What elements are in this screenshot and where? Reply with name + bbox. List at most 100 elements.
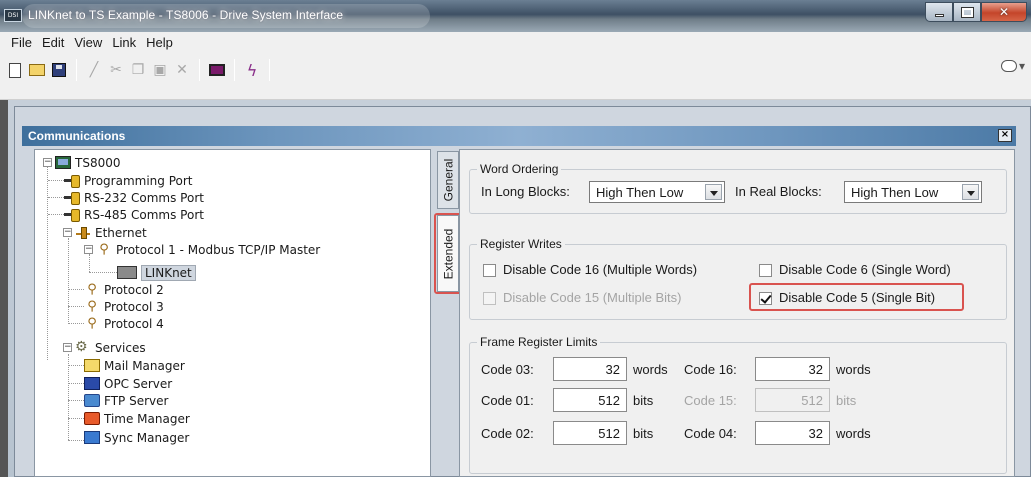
tree-line <box>68 418 84 419</box>
menu-file[interactable]: File <box>6 32 37 54</box>
tree-node-linknet[interactable]: LINKnet <box>117 264 196 281</box>
close-button[interactable]: ✕ <box>981 2 1027 22</box>
port-icon <box>64 174 80 188</box>
frame-limits-group: Frame Register Limits Code 03: 32 words … <box>469 335 1007 474</box>
paste-button[interactable]: ▣ <box>149 59 171 81</box>
save-button[interactable] <box>48 59 70 81</box>
code02-label: Code 02: <box>481 426 534 441</box>
maximize-button[interactable] <box>953 2 981 22</box>
tree-node-protocol-4[interactable]: ⚲ Protocol 4 <box>84 315 164 332</box>
protocol-icon: ⚲ <box>87 299 97 314</box>
copy-icon: ❐ <box>131 62 145 78</box>
collapse-toggle[interactable]: − <box>63 228 72 237</box>
collapse-toggle[interactable]: − <box>84 245 93 254</box>
code15-unit: bits <box>836 393 857 408</box>
chevron-down-icon[interactable] <box>962 184 979 200</box>
edit-button[interactable]: ╱ <box>83 59 105 81</box>
device-tree: − TS8000 Programming Port RS-232 Comms P… <box>34 149 431 477</box>
delete-button[interactable]: ✕ <box>171 59 193 81</box>
tree-node-ftp-server[interactable]: FTP Server <box>84 392 168 409</box>
bolt-icon: ϟ <box>246 60 258 80</box>
code03-input[interactable]: 32 <box>553 357 627 381</box>
monitor-button[interactable] <box>206 59 228 81</box>
dropdown-arrow-icon: ▾ <box>1018 59 1025 73</box>
tree-label: Mail Manager <box>104 358 185 373</box>
tree-line <box>68 306 84 307</box>
mail-icon <box>84 359 100 372</box>
tree-line <box>68 383 84 384</box>
minimize-button[interactable] <box>925 2 953 22</box>
communications-title: Communications <box>22 126 1016 146</box>
code02-input[interactable]: 512 <box>553 421 627 445</box>
code16-input[interactable]: 32 <box>755 357 830 381</box>
new-icon <box>9 62 21 78</box>
toolbar: ╱ ✂ ❐ ▣ ✕ ϟ ▾ <box>0 54 1031 100</box>
tree-label: FTP Server <box>104 393 169 408</box>
tree-node-opc-server[interactable]: OPC Server <box>84 375 172 392</box>
tree-node-protocol-1[interactable]: − ⚲ Protocol 1 - Modbus TCP/IP Master <box>84 241 320 258</box>
tree-node-rs485[interactable]: RS-485 Comms Port <box>64 206 204 223</box>
tree-node-rs232[interactable]: RS-232 Comms Port <box>64 189 204 206</box>
tree-node-mail-manager[interactable]: Mail Manager <box>84 357 185 374</box>
disable-code16-checkbox[interactable] <box>483 264 496 277</box>
tab-label: General <box>441 158 456 202</box>
services-icon: ⚙ <box>75 339 88 355</box>
tree-node-protocol-2[interactable]: ⚲ Protocol 2 <box>84 281 164 298</box>
tree-node-ts8000[interactable]: − TS8000 <box>43 154 121 171</box>
window-title-bar[interactable]: DSI LINKnet to TS Example - TS8006 - Dri… <box>0 0 1031 32</box>
tree-node-programming-port[interactable]: Programming Port <box>64 172 192 189</box>
group-title: Register Writes <box>477 237 565 251</box>
disable-code15-checkbox[interactable] <box>483 292 496 305</box>
tree-node-protocol-3[interactable]: ⚲ Protocol 3 <box>84 298 164 315</box>
tab-general[interactable]: General <box>437 151 459 209</box>
real-blocks-select[interactable]: High Then Low <box>844 181 982 203</box>
tree-label: Protocol 1 - Modbus TCP/IP Master <box>116 242 321 257</box>
tree-node-time-manager[interactable]: Time Manager <box>84 410 190 427</box>
speech-bubble-icon <box>1000 60 1017 72</box>
window-controls: ✕ <box>925 2 1027 22</box>
tree-label: Protocol 4 <box>104 316 164 331</box>
tree-line <box>68 440 84 441</box>
tree-node-ethernet[interactable]: − Ethernet <box>63 224 147 241</box>
code16-unit: words <box>836 362 871 377</box>
chevron-down-icon[interactable] <box>705 184 722 200</box>
toolbar-options[interactable]: ▾ <box>1000 59 1025 73</box>
cut-button[interactable]: ✂ <box>105 59 127 81</box>
ethernet-icon <box>75 226 91 239</box>
tree-line <box>48 180 64 181</box>
menu-view[interactable]: View <box>69 32 107 54</box>
tree-line <box>47 164 48 360</box>
collapse-toggle[interactable]: − <box>43 158 52 167</box>
tree-label: Services <box>95 340 146 355</box>
disable-code16-label[interactable]: Disable Code 16 (Multiple Words) <box>503 262 697 277</box>
long-blocks-label: In Long Blocks: <box>481 184 570 199</box>
disable-code6-label[interactable]: Disable Code 6 (Single Word) <box>779 262 951 277</box>
long-blocks-select[interactable]: High Then Low <box>589 181 725 203</box>
tree-node-services[interactable]: − ⚙ Services <box>63 339 146 356</box>
tree-node-sync-manager[interactable]: Sync Manager <box>84 429 189 446</box>
select-value: High Then Low <box>596 185 684 200</box>
copy-button[interactable]: ❐ <box>127 59 149 81</box>
code01-input[interactable]: 512 <box>553 388 627 412</box>
menu-link[interactable]: Link <box>107 32 141 54</box>
tree-label: Protocol 2 <box>104 282 164 297</box>
tree-label: TS8000 <box>75 155 121 170</box>
sync-icon <box>84 431 100 444</box>
disable-code6-checkbox[interactable] <box>759 264 772 277</box>
group-title: Word Ordering <box>477 162 562 176</box>
connect-button[interactable]: ϟ <box>241 59 263 81</box>
open-button[interactable] <box>26 59 48 81</box>
menu-edit[interactable]: Edit <box>37 32 69 54</box>
tree-line <box>48 197 64 198</box>
linknet-device-icon <box>117 266 137 279</box>
new-button[interactable] <box>4 59 26 81</box>
minimize-icon <box>935 14 944 17</box>
code5-highlight <box>749 283 964 311</box>
open-icon <box>29 64 45 76</box>
tree-line <box>68 238 69 322</box>
collapse-toggle[interactable]: − <box>63 343 72 352</box>
child-close-button[interactable]: × <box>998 129 1012 142</box>
code04-input[interactable]: 32 <box>755 421 830 445</box>
menu-help[interactable]: Help <box>141 32 178 54</box>
clock-icon <box>84 412 100 425</box>
